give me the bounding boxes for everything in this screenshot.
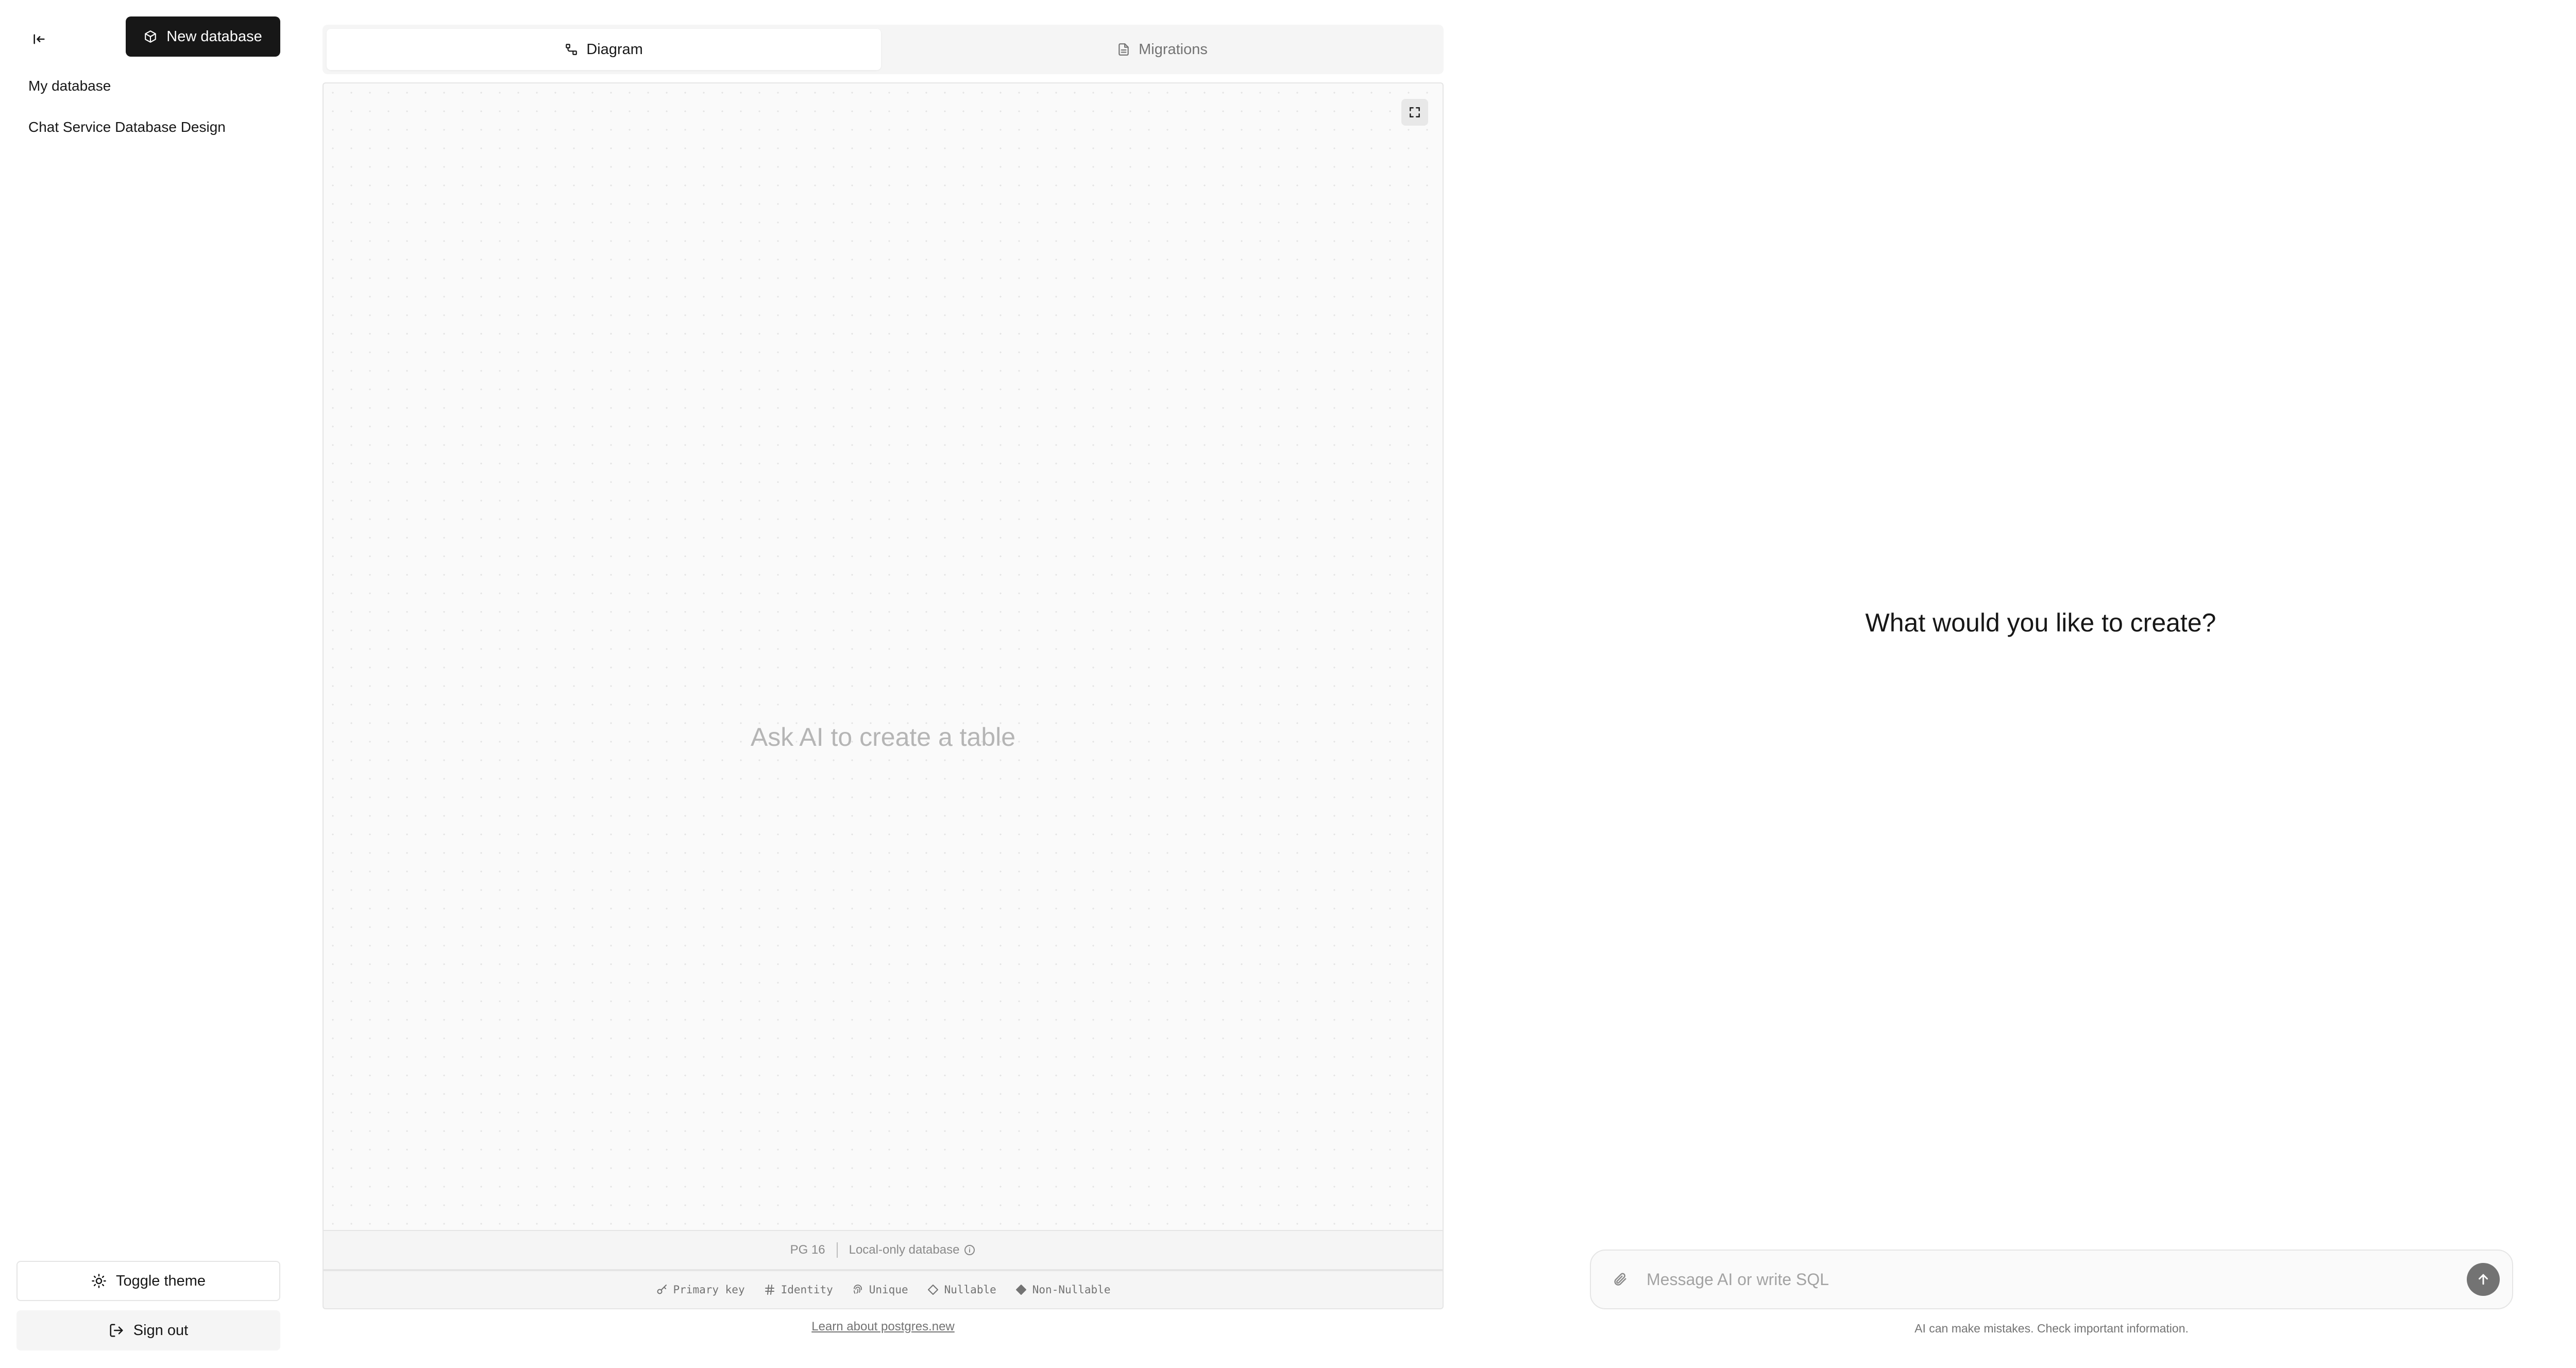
tab-migrations[interactable]: Migrations (885, 29, 1439, 70)
status-divider (836, 1242, 838, 1258)
panel-collapse-icon (33, 34, 45, 44)
new-database-button[interactable]: New database (126, 16, 280, 57)
tab-diagram[interactable]: Diagram (327, 29, 881, 70)
collapse-sidebar-button[interactable] (27, 27, 52, 52)
legend-unique: Unique (852, 1284, 908, 1296)
sun-icon (92, 1274, 106, 1288)
package-icon (145, 30, 157, 43)
key-icon (657, 1285, 667, 1294)
sign-out-label: Sign out (133, 1322, 189, 1339)
database-mode: Local-only database (849, 1243, 960, 1257)
empty-canvas-hint: Ask AI to create a table (750, 723, 1016, 751)
fullscreen-button[interactable] (1401, 99, 1428, 126)
file-icon (1118, 43, 1129, 56)
legend-nullable: Nullable (927, 1284, 996, 1296)
toggle-theme-label: Toggle theme (115, 1272, 206, 1289)
message-input[interactable] (1647, 1270, 2452, 1289)
chat-empty-heading: What would you like to create? (1865, 608, 2216, 637)
database-item-chat-service[interactable]: Chat Service Database Design (28, 116, 226, 157)
sign-out-button[interactable]: Sign out (16, 1310, 280, 1350)
database-item-my-database[interactable]: My database (28, 75, 226, 116)
schema-legend: Primary key Identity Unique Nullable Non… (323, 1270, 1444, 1309)
toggle-theme-button[interactable]: Toggle theme (16, 1261, 280, 1301)
legend-non-nullable-label: Non-Nullable (1032, 1284, 1111, 1296)
diamond-filled-icon (1015, 1285, 1026, 1295)
maximize-icon (1410, 107, 1420, 117)
legend-primary-key-label: Primary key (673, 1284, 745, 1296)
arrow-up-icon (2479, 1274, 2488, 1285)
database-list: My database Chat Service Database Design (28, 75, 226, 157)
legend-non-nullable: Non-Nullable (1015, 1284, 1111, 1296)
legend-identity-label: Identity (781, 1284, 833, 1296)
diagram-canvas[interactable]: Ask AI to create a table (323, 82, 1444, 1231)
new-database-label: New database (166, 28, 262, 45)
pg-version: PG 16 (790, 1243, 825, 1257)
sidebar: New database My database Chat Service Da… (0, 0, 304, 1368)
view-tabs: Diagram Migrations (323, 25, 1444, 74)
legend-nullable-label: Nullable (944, 1284, 996, 1296)
log-out-icon (110, 1324, 123, 1337)
legend-unique-label: Unique (869, 1284, 908, 1296)
database-status-bar: PG 16 Local-only database (323, 1231, 1444, 1270)
tab-migrations-label: Migrations (1139, 41, 1208, 58)
learn-about-link[interactable]: Learn about postgres.new (323, 1320, 1444, 1334)
paperclip-icon (1614, 1273, 1626, 1286)
info-icon[interactable] (963, 1244, 976, 1256)
send-message-button[interactable] (2467, 1263, 2500, 1296)
hash-icon (765, 1285, 774, 1295)
diamond-outline-icon (927, 1285, 938, 1295)
tab-diagram-label: Diagram (586, 41, 643, 58)
diagram-icon (566, 44, 578, 55)
fingerprint-icon (853, 1285, 862, 1294)
chat-composer (1590, 1250, 2513, 1309)
legend-identity: Identity (764, 1284, 833, 1296)
attach-file-button[interactable] (1607, 1267, 1632, 1292)
ai-disclaimer: AI can make mistakes. Check important in… (1914, 1322, 2189, 1335)
legend-primary-key: Primary key (656, 1284, 745, 1296)
